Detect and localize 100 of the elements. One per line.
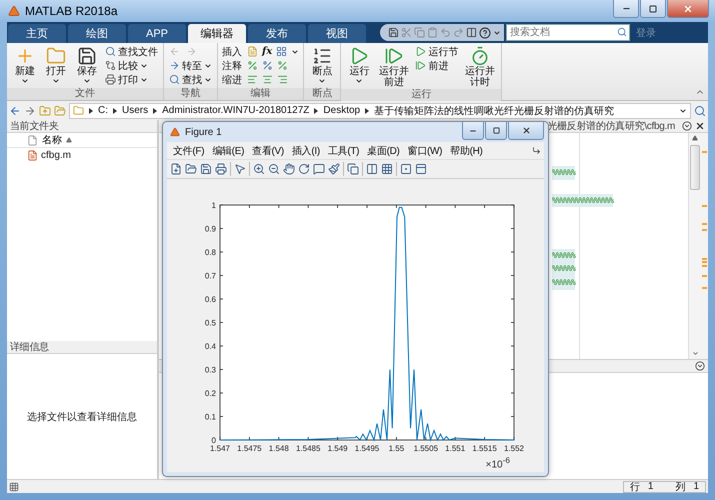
file-name[interactable]: cfbg.m [41,150,72,160]
separator-icon [89,108,93,114]
options-icon[interactable] [682,121,692,131]
compare-icon [105,60,116,71]
caret-icon [83,77,91,85]
path-segment[interactable]: Desktop [323,105,360,116]
file-icon [27,134,38,146]
dock-arrow-icon[interactable] [532,146,541,155]
group-label: 编辑 [218,88,304,100]
grid-icon[interactable] [276,46,288,57]
square-icon[interactable] [400,163,412,175]
zoom-out-icon[interactable] [268,163,280,175]
maximize-button[interactable] [485,122,507,140]
panel-icon[interactable] [415,163,427,175]
ribbon-button[interactable]: 查找 [168,73,213,86]
percent-icon[interactable] [277,60,288,71]
menu-item[interactable]: 插入(I) [288,144,323,158]
menu-item[interactable]: 窗口(W) [404,144,446,158]
ribbon-tab[interactable]: 编辑器 [188,24,246,43]
help-icon[interactable] [479,26,491,38]
ribbon-tab[interactable]: 主页 [8,24,66,43]
ribbon-button[interactable]: 查找文件 [104,45,159,58]
folder-icon [73,105,84,116]
code-comment: %%%%%% [552,248,575,262]
tick-label: 0.3 [204,366,216,374]
ribbon-tab[interactable]: 视图 [308,24,366,43]
back-arrow-icon[interactable] [9,104,21,116]
scroll-up-icon [692,135,698,141]
search-icon[interactable] [694,104,706,116]
pointer-icon[interactable] [234,163,246,175]
tick-label: 0.6 [204,295,216,304]
path-segment[interactable]: Administrator.WIN7U-20180127Z [162,105,310,116]
axis-multiplier: ×10$^{-6}$ [486,455,510,470]
menu-item[interactable]: 查看(V) [249,144,287,158]
separator-icon [365,108,370,114]
printer-icon[interactable] [215,163,227,175]
options-icon[interactable] [695,361,705,371]
menu-item[interactable]: 桌面(D) [364,144,403,158]
ribbon-button[interactable]: 运行并前进 [376,45,412,89]
ribbon-button[interactable]: 运行并计时 [462,45,498,89]
save-icon [77,46,97,66]
legend-icon[interactable] [381,163,393,175]
tick-label: 1.551 [445,444,466,453]
close-icon [683,4,693,14]
search-field[interactable]: 搜索文档 [506,24,630,41]
ribbon-button[interactable]: 新建 [11,45,39,86]
row-label: 注释 [222,60,243,72]
new-file-icon[interactable] [170,163,182,175]
forward-arrow-icon[interactable] [24,104,36,116]
editor-tab-title[interactable]: 光栅反射谱的仿真研究\cfbg.m [547,119,675,133]
column-header[interactable]: 名称 [7,133,157,148]
ribbon-tab[interactable]: 发布 [248,24,306,43]
ribbon-button[interactable]: 运行 [345,45,374,86]
maximize-button[interactable] [640,0,666,18]
ribbon-button[interactable]: 断点 [308,45,336,86]
close-icon[interactable] [695,121,705,131]
figure-title: Figure 1 [185,126,222,138]
ribbon-button[interactable]: 前进 [414,59,460,72]
brush-icon[interactable] [328,163,340,175]
ribbon-button[interactable]: 比较 [104,59,159,72]
layout-icon[interactable] [9,482,19,492]
code-comment: %%%%%% [552,166,575,180]
ribbon-button[interactable]: 保存 [73,45,101,86]
colorbar-icon[interactable] [366,163,378,175]
ribbon-tab[interactable]: 绘图 [68,24,126,43]
ribbon-button[interactable]: 打开 [42,45,70,86]
indent-icon[interactable] [247,74,258,85]
close-button[interactable] [508,122,544,140]
menu-item[interactable]: 编辑(E) [209,144,248,158]
close-button[interactable] [667,0,709,18]
zoom-in-icon[interactable] [253,163,265,175]
ribbon-tab[interactable]: APP [128,24,186,43]
save-icon[interactable] [200,163,212,175]
menu-item[interactable]: 帮助(H) [447,144,486,158]
path-field[interactable]: C: Users Administrator.WIN7U-20180127Z Desktop 基于传输矩阵法的线性啁啾光纤光栅反射谱的仿真研究 [69,102,691,118]
maximize-icon [492,127,500,134]
window-icon[interactable] [466,27,477,38]
folder-icon[interactable] [185,163,197,175]
rotate-icon[interactable] [298,163,310,175]
group-label: 运行 [341,89,502,101]
menu-item[interactable]: 文件(F) [170,144,208,158]
ribbon-button[interactable]: 打印 [104,73,159,86]
percent-icon[interactable] [247,60,258,71]
save-icon[interactable] [388,27,399,38]
indent-icon[interactable] [277,74,288,85]
menu-item[interactable]: 工具(T) [324,144,362,158]
ribbon-button[interactable]: 转至 [168,59,213,72]
hand-icon[interactable] [283,163,295,175]
indent-icon[interactable] [262,74,273,85]
path-segment[interactable]: 基于传输矩阵法的线性啁啾光纤光栅反射谱的仿真研究 [374,104,614,118]
function-button[interactable]: fx [262,46,272,57]
panel-title: 详细信息 [10,340,49,354]
path-segment[interactable]: Users [122,105,148,116]
row-label: 插入 [222,46,243,58]
path-segment[interactable]: C: [98,105,108,116]
folder-icon [46,46,66,66]
scroll-thumb[interactable] [690,145,700,190]
ribbon-button[interactable]: 运行节 [414,45,460,58]
percent-icon[interactable] [262,60,273,71]
data-tip-icon[interactable] [313,163,325,175]
